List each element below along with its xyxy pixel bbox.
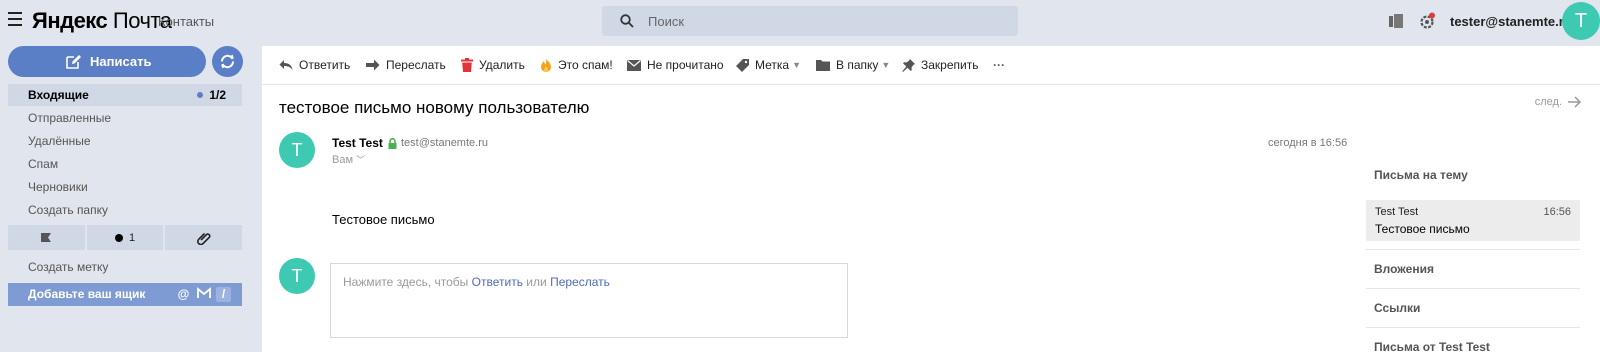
- folder-inbox[interactable]: Входящие 1/2: [8, 84, 242, 106]
- paperclip-icon: [196, 232, 211, 245]
- label-dropdown[interactable]: Метка ▼: [736, 58, 801, 72]
- header: Яндекс Почта Контакты tester@stanemte.ru…: [0, 0, 1600, 42]
- search-icon: [620, 14, 634, 28]
- folder-sent[interactable]: Отправленные: [8, 107, 242, 129]
- message-subject: тестовое письмо новому пользователю: [279, 98, 590, 117]
- logo[interactable]: Яндекс Почта: [32, 8, 172, 34]
- flag-icon: [41, 232, 52, 242]
- message-date: сегодня в 16:56: [1268, 137, 1348, 149]
- delete-button[interactable]: Удалить: [461, 58, 525, 72]
- chevron-down-icon: ▼: [881, 60, 891, 70]
- at-sign-icon: @: [177, 287, 190, 301]
- refresh-icon: [221, 54, 234, 69]
- reply-link[interactable]: Ответить: [472, 275, 523, 289]
- compose-label: Написать: [90, 54, 152, 69]
- compose-icon: [66, 55, 81, 69]
- folder-spam[interactable]: Спам: [8, 153, 242, 175]
- sender-avatar[interactable]: T: [279, 132, 315, 168]
- divider: [1366, 249, 1580, 250]
- from-sender-section[interactable]: Письма от Test Test: [1374, 340, 1490, 352]
- settings-gear-icon[interactable]: [1418, 12, 1436, 30]
- create-label-link[interactable]: Создать метку: [8, 256, 242, 278]
- recipient-dropdown[interactable]: Вам ﹀: [332, 153, 365, 166]
- themes-icon[interactable]: [1388, 13, 1404, 29]
- forward-arrow-icon: [366, 59, 380, 71]
- forward-link[interactable]: Переслать: [550, 275, 610, 289]
- folder-icon: [816, 60, 830, 71]
- folder-deleted[interactable]: Удалённые: [8, 130, 242, 152]
- attachments-section[interactable]: Вложения: [1374, 262, 1434, 276]
- move-to-folder-dropdown[interactable]: В папку ▼: [816, 58, 890, 72]
- sender-name[interactable]: Test Test: [332, 136, 383, 150]
- forward-button[interactable]: Переслать: [366, 58, 446, 72]
- user-email[interactable]: tester@stanemte.ru: [1450, 14, 1572, 29]
- arrow-right-icon: [1568, 96, 1582, 108]
- sender-email[interactable]: test@stanemte.ru: [388, 137, 488, 149]
- trash-icon: [461, 58, 473, 72]
- reply-button[interactable]: Ответить: [279, 58, 350, 72]
- search-input[interactable]: [648, 6, 998, 36]
- message-panel: Ответить Переслать Удалить Это спам! Не …: [262, 46, 1600, 352]
- menu-icon[interactable]: [8, 12, 22, 26]
- message-body: Тестовое письмо: [332, 212, 435, 227]
- lock-icon: [388, 137, 397, 149]
- divider: [1366, 288, 1580, 289]
- inbox-count: 1/2: [197, 84, 226, 106]
- folder-drafts[interactable]: Черновики: [8, 176, 242, 198]
- reply-icon: [279, 60, 293, 70]
- create-folder-link[interactable]: Создать папку: [8, 199, 242, 221]
- envelope-icon: [627, 59, 641, 71]
- flagged-filter[interactable]: [8, 225, 85, 250]
- fire-icon: [541, 58, 551, 72]
- next-message-link[interactable]: след.: [1535, 96, 1582, 108]
- unread-filter[interactable]: 1: [86, 225, 164, 250]
- unread-dot-icon: [114, 233, 123, 242]
- gmail-icon: [196, 287, 211, 302]
- quick-reply-box[interactable]: Нажмите здесь, чтобы Ответить или Пересл…: [330, 263, 848, 338]
- pin-button[interactable]: Закрепить: [902, 58, 978, 72]
- tag-icon: [736, 58, 749, 72]
- quick-filters: 1: [8, 225, 243, 250]
- search-bar[interactable]: [602, 6, 1018, 36]
- thread-item[interactable]: Test Test 16:56 Тестовое письмо: [1366, 200, 1580, 241]
- contacts-link[interactable]: Контакты: [158, 14, 214, 29]
- thread-section-title[interactable]: Письма на тему: [1374, 168, 1468, 182]
- slash-icon: /: [216, 287, 231, 302]
- chevron-down-icon: ▼: [792, 60, 802, 70]
- compose-button[interactable]: Написать: [8, 46, 206, 77]
- pin-icon: [902, 58, 915, 72]
- refresh-button[interactable]: [212, 46, 243, 77]
- more-actions-button[interactable]: ···: [993, 58, 1005, 72]
- links-section[interactable]: Ссылки: [1374, 301, 1420, 315]
- user-avatar[interactable]: T: [1562, 2, 1600, 40]
- attachments-filter[interactable]: [165, 225, 243, 250]
- add-mailbox-banner[interactable]: Добавьте ваш ящик @ /: [8, 283, 242, 306]
- divider: [1366, 327, 1580, 328]
- message-toolbar: Ответить Переслать Удалить Это спам! Не …: [262, 46, 1600, 85]
- spam-button[interactable]: Это спам!: [540, 58, 613, 72]
- reply-avatar: T: [279, 258, 315, 294]
- mark-unread-button[interactable]: Не прочитано: [627, 58, 724, 72]
- chevron-down-icon: ﹀: [356, 155, 366, 165]
